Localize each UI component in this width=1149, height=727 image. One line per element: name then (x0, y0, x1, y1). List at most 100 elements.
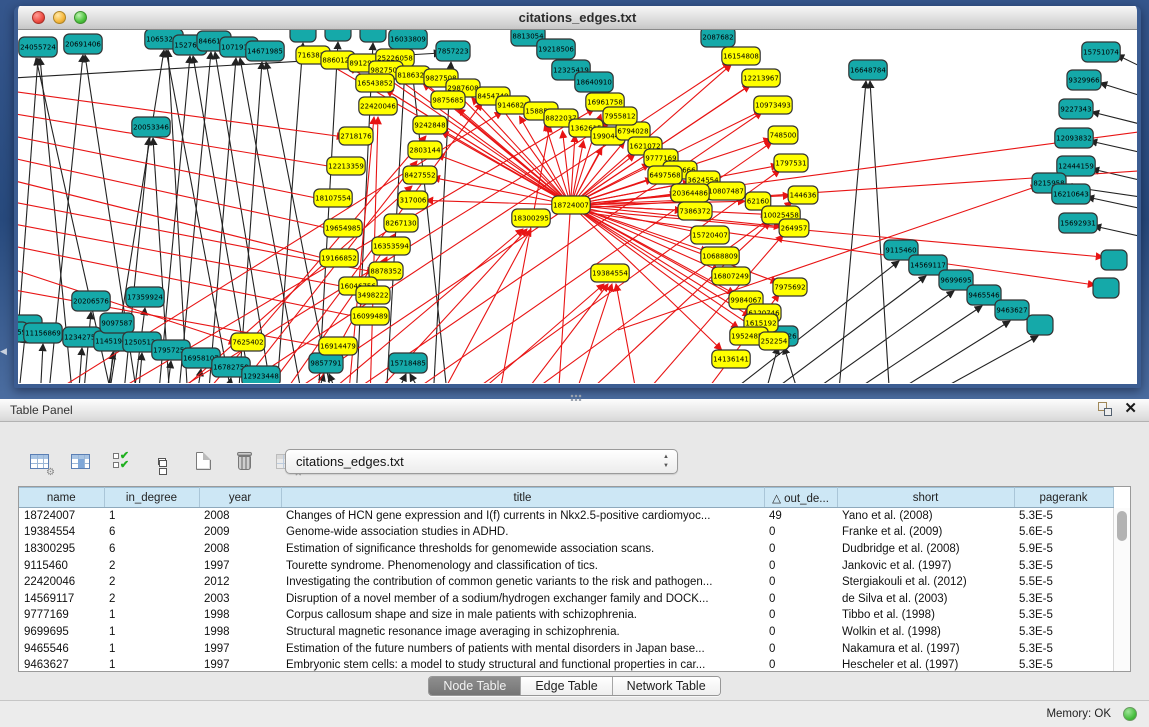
table-row[interactable]: 946554611997Estimation of the future num… (19, 640, 1113, 657)
graph-node[interactable]: 252254 (759, 332, 789, 350)
table-panel-titlebar[interactable]: Table Panel ✕ (0, 399, 1149, 422)
graph-node[interactable]: 8427552 (403, 166, 437, 184)
delete-column-icon[interactable] (231, 448, 257, 474)
tab-node-table[interactable]: Node Table (429, 677, 521, 695)
graph-node[interactable]: 15720407 (691, 226, 729, 244)
graph-node[interactable]: 16807249 (712, 267, 750, 285)
graph-node[interactable]: 9097587 (100, 313, 134, 333)
table-row[interactable]: 1872400712008Changes of HCN gene express… (19, 508, 1113, 525)
column-header-pagerank[interactable]: pagerank (1014, 488, 1113, 508)
graph-node[interactable]: 9875685 (431, 91, 465, 109)
graph-node[interactable]: 3498222 (356, 286, 390, 304)
graph-node[interactable]: 20206576 (72, 291, 110, 311)
graph-node[interactable]: 16033809 (389, 30, 427, 49)
graph-node[interactable]: 24055724 (19, 37, 57, 57)
graph-node[interactable]: 20691406 (64, 34, 102, 54)
table-header-row[interactable]: namein_degreeyeartitle△ out_de...shortpa… (19, 488, 1113, 508)
graph-node[interactable]: 14136141 (712, 350, 750, 368)
graph-node[interactable]: 15692931 (1059, 213, 1097, 233)
table-scrollbar[interactable] (1113, 508, 1130, 671)
table-row[interactable]: 911546021997Tourette syndrome. Phenomeno… (19, 557, 1113, 574)
graph-node[interactable]: 317006 (398, 191, 428, 209)
graph-node[interactable]: 18300295 (512, 209, 550, 227)
float-panel-icon[interactable] (1098, 402, 1112, 416)
graph-node[interactable]: 264957 (779, 219, 809, 237)
graph-node[interactable]: 6497568 (648, 166, 682, 184)
graph-node[interactable] (1093, 278, 1119, 298)
graph-node[interactable]: 9857791 (309, 353, 343, 373)
network-window-titlebar[interactable]: citations_edges.txt (18, 6, 1137, 30)
graph-node[interactable]: 2087682 (701, 30, 735, 47)
graph-node[interactable]: 12093832 (1055, 128, 1093, 148)
graph-node[interactable]: 12213967 (742, 69, 780, 87)
graph-node[interactable]: 12923448 (242, 366, 280, 383)
graph-node[interactable]: 748500 (768, 126, 798, 144)
network-window[interactable]: citations_edges.txt 24055724 20691406 10… (14, 6, 1141, 388)
column-header-name[interactable]: name (19, 488, 104, 508)
graph-node[interactable]: 17359924 (126, 287, 164, 307)
graph-node[interactable]: 18724007 (552, 196, 590, 214)
new-column-icon[interactable] (190, 448, 216, 474)
graph-node[interactable]: 7975692 (773, 278, 807, 296)
graph-node[interactable]: 7955812 (603, 107, 637, 125)
graph-node[interactable]: 16543852 (356, 74, 394, 92)
memory-ok-indicator[interactable] (1123, 707, 1137, 721)
graph-node[interactable]: 9227343 (1059, 99, 1093, 119)
table-row[interactable]: 1830029562008Estimation of significance … (19, 541, 1113, 558)
graph-node[interactable]: 10807487 (707, 182, 745, 200)
table-row[interactable]: 1456911722003Disruption of a novel membe… (19, 590, 1113, 607)
graph-node[interactable]: 2803144 (408, 141, 442, 159)
table-row[interactable]: 969969511998Structural magnetic resonanc… (19, 624, 1113, 641)
table-row[interactable]: 977716911998Corpus callosum shape and si… (19, 607, 1113, 624)
table-row[interactable]: 2242004622012Investigating the contribut… (19, 574, 1113, 591)
graph-node[interactable]: 16648784 (849, 60, 887, 80)
table-scrollbar-thumb[interactable] (1117, 511, 1127, 541)
graph-node[interactable]: 7625402 (231, 333, 265, 351)
graph-node[interactable]: 15718485 (389, 353, 427, 373)
graph-node[interactable]: 19654985 (324, 219, 362, 237)
tab-edge-table[interactable]: Edge Table (521, 677, 612, 695)
column-visibility-icon[interactable] (67, 448, 93, 474)
column-header-year[interactable]: year (199, 488, 281, 508)
tab-network-table[interactable]: Network Table (613, 677, 720, 695)
graph-node[interactable]: 18640910 (575, 72, 613, 92)
graph-node[interactable]: 16210643 (1052, 184, 1090, 204)
column-header-in_degree[interactable]: in_degree (104, 488, 199, 508)
graph-node[interactable]: 14671985 (246, 41, 284, 61)
graph-node[interactable]: 9242848 (413, 116, 447, 134)
table-settings-icon[interactable]: ⚙ (26, 448, 52, 474)
graph-node[interactable]: 7857223 (436, 41, 470, 61)
graph-node[interactable] (1027, 315, 1053, 335)
graph-node[interactable]: 9463627 (995, 300, 1029, 320)
column-header-short[interactable]: short (837, 488, 1014, 508)
graph-node[interactable]: 1797531 (774, 154, 808, 172)
graph-node[interactable]: 19166852 (320, 249, 358, 267)
graph-node[interactable]: 7386372 (678, 202, 712, 220)
table-selector-dropdown[interactable]: citations_edges.txt ▲▼ (285, 449, 678, 474)
network-graph[interactable]: 24055724 20691406 10653287 1527602 84661… (18, 30, 1137, 383)
graph-node[interactable]: 19384554 (591, 264, 629, 282)
graph-node[interactable] (1101, 250, 1127, 270)
splitter-collapse-icon[interactable]: ◀ (0, 346, 7, 357)
graph-node[interactable]: 16099489 (351, 307, 389, 325)
close-panel-icon[interactable]: ✕ (1124, 402, 1137, 416)
graph-node[interactable]: 16154808 (722, 47, 760, 65)
graph-node[interactable]: 2718176 (339, 127, 373, 145)
graph-node[interactable]: 16914479 (319, 337, 357, 355)
graph-node[interactable]: 12213359 (327, 157, 365, 175)
select-columns-icon[interactable]: ✔✔ (108, 448, 134, 474)
column-header-out_de[interactable]: △ out_de... (764, 488, 837, 508)
network-canvas[interactable]: 24055724 20691406 10653287 1527602 84661… (18, 30, 1137, 383)
graph-node[interactable]: 15751074 (1082, 42, 1120, 62)
graph-node[interactable] (290, 30, 316, 42)
graph-node[interactable]: 11156869 (24, 323, 62, 343)
row-height-icon[interactable] (149, 448, 175, 474)
graph-node[interactable]: 22420046 (359, 97, 397, 115)
graph-node[interactable]: 16353594 (372, 237, 410, 255)
table-row[interactable]: 946362711997Embryonic stem cells: a mode… (19, 657, 1113, 672)
graph-node[interactable]: 18107554 (314, 189, 352, 207)
graph-node[interactable] (360, 30, 386, 42)
graph-node[interactable]: 19218506 (537, 39, 575, 59)
graph-node[interactable]: 10973493 (754, 96, 792, 114)
splitter-grip[interactable] (570, 394, 582, 401)
